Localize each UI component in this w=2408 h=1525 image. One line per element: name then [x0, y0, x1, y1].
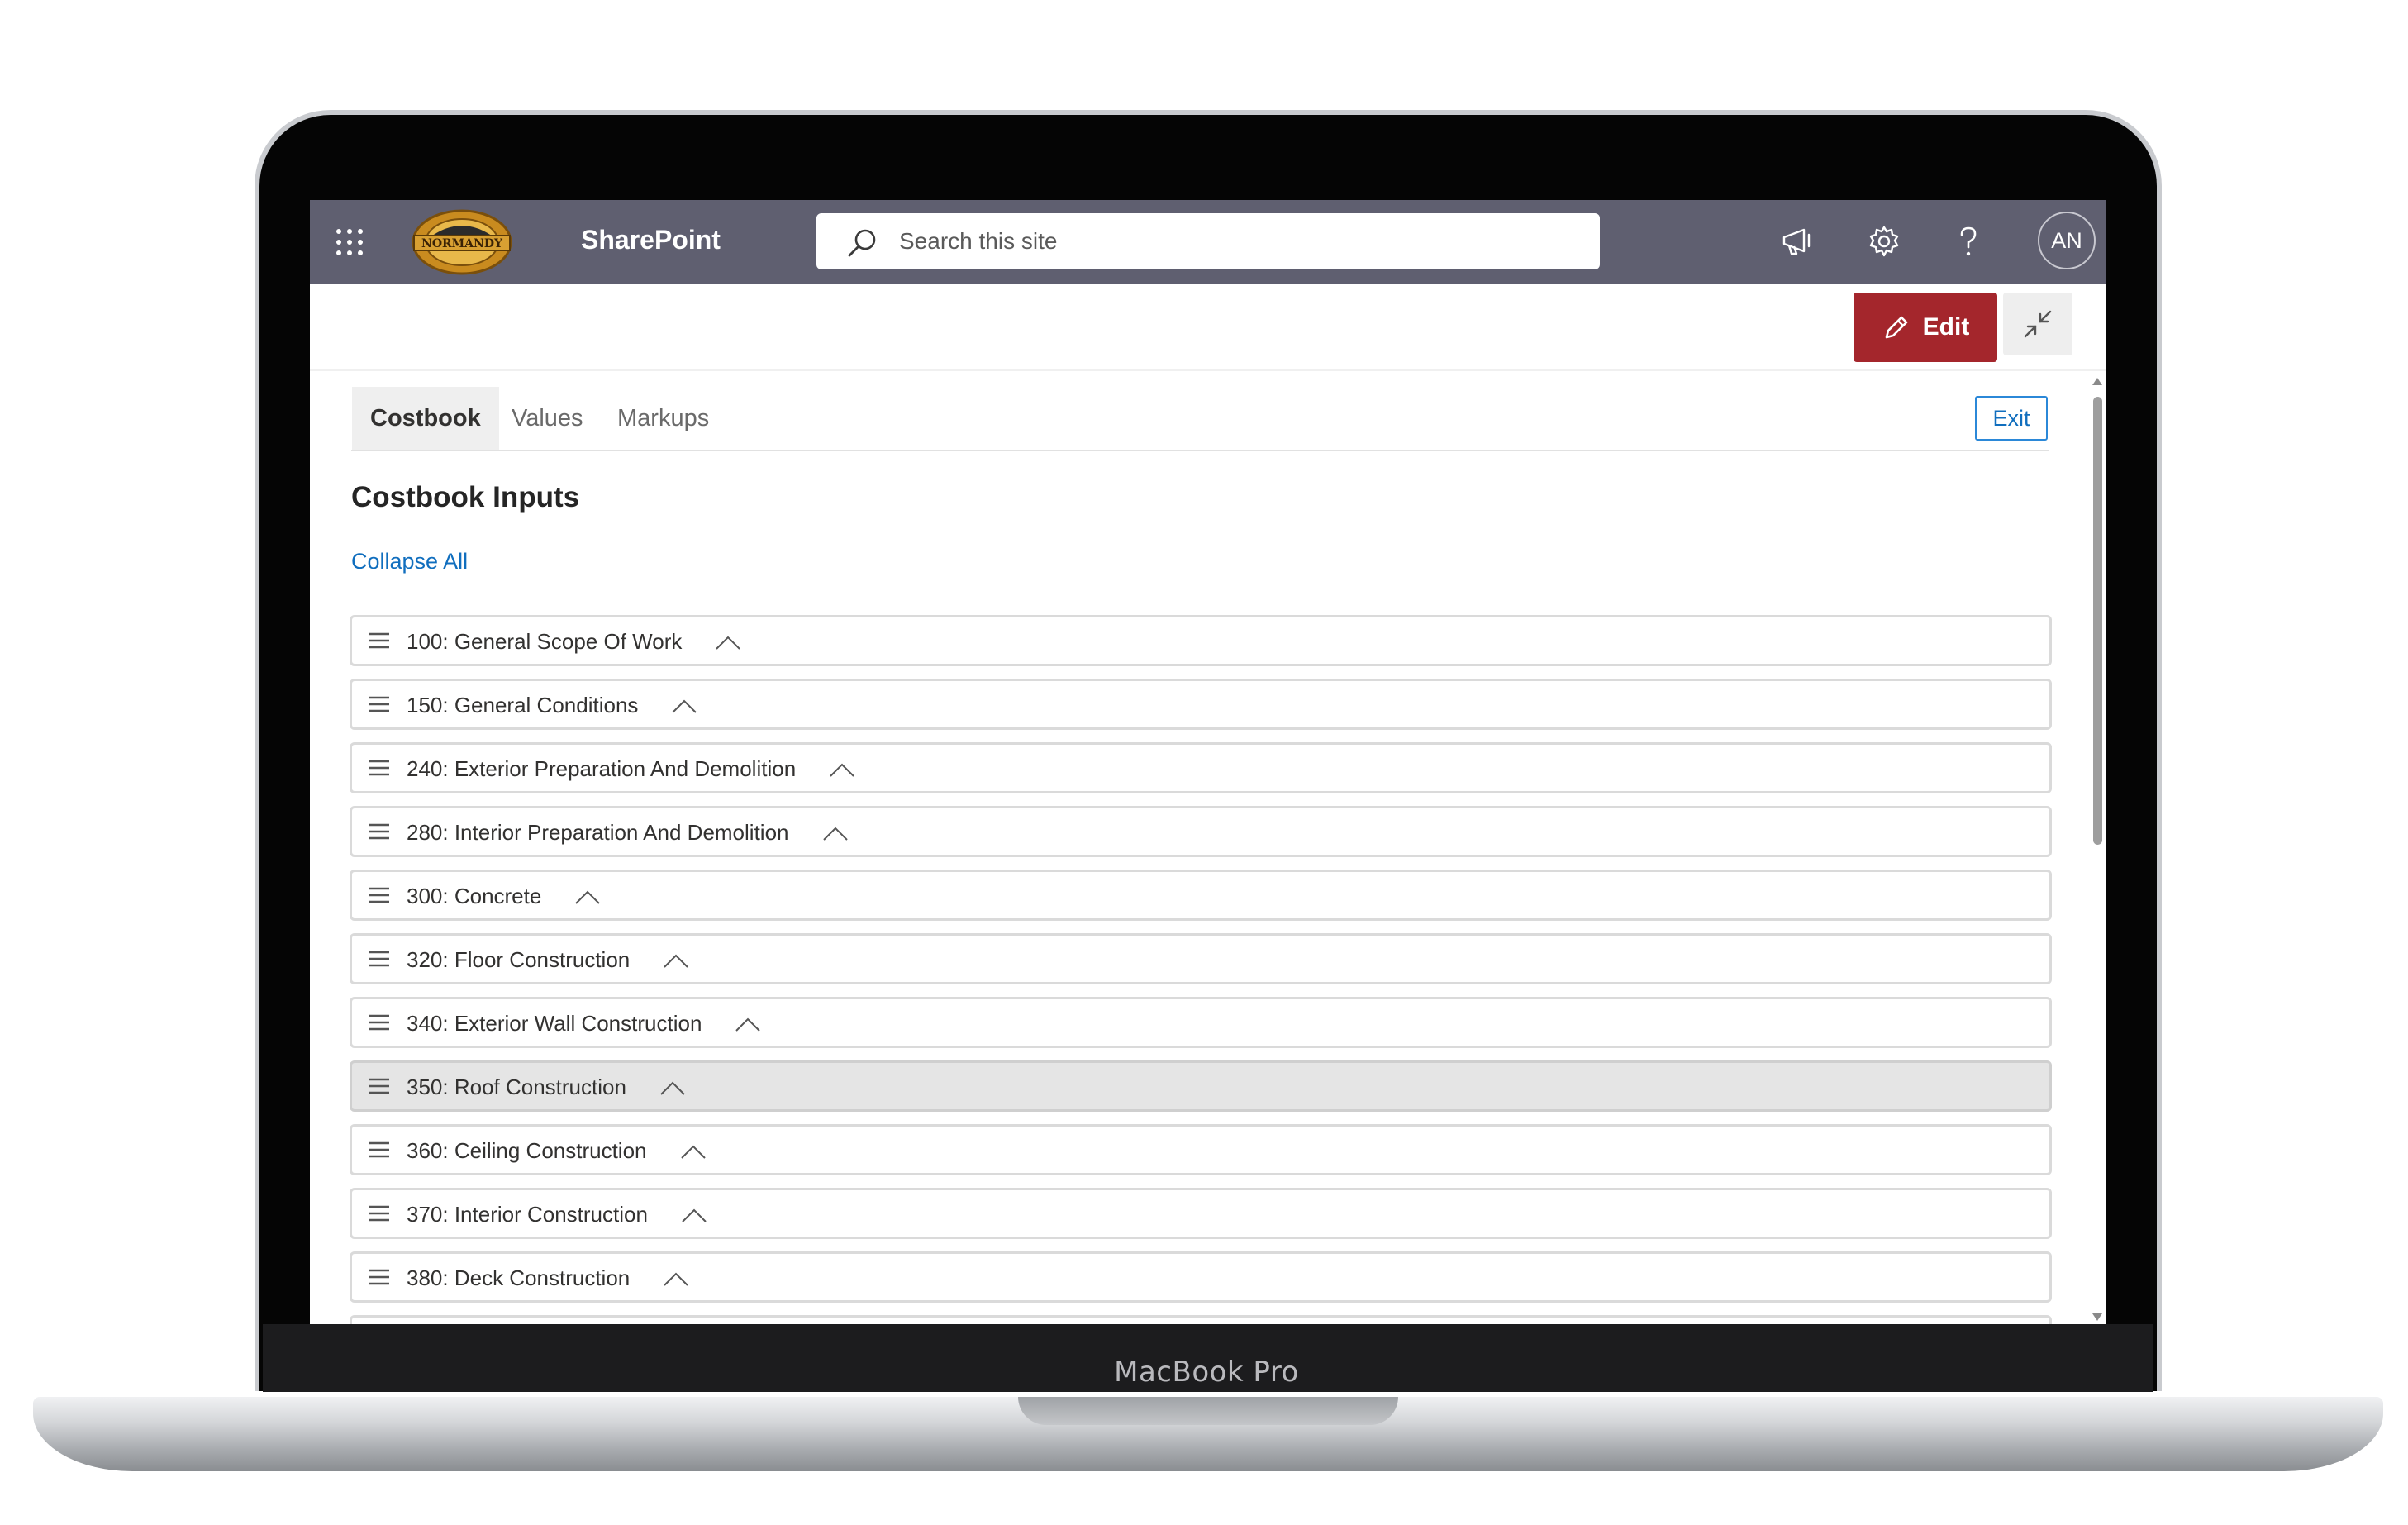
costbook-row-partial[interactable]: [350, 1315, 2052, 1324]
costbook-row-label: 280: Interior Preparation And Demolition: [407, 820, 789, 845]
svg-text:NORMANDY: NORMANDY: [421, 237, 503, 250]
app-name[interactable]: SharePoint: [581, 225, 721, 255]
tab-values[interactable]: Values: [512, 387, 583, 450]
command-bar-divider: [310, 369, 2106, 371]
drag-handle-icon[interactable]: [369, 694, 390, 714]
search-icon: [846, 227, 878, 259]
collapse-all-link[interactable]: Collapse All: [351, 549, 468, 574]
costbook-row-label: 370: Interior Construction: [407, 1202, 648, 1227]
costbook-row-label: 100: General Scope Of Work: [407, 629, 683, 654]
costbook-row-label: 300: Concrete: [407, 884, 542, 908]
costbook-row-label: 340: Exterior Wall Construction: [407, 1011, 702, 1036]
costbook-row-label: 380: Deck Construction: [407, 1265, 631, 1290]
section-title: Costbook Inputs: [351, 481, 580, 513]
megaphone-icon[interactable]: [1779, 223, 1816, 260]
pencil-icon: [1885, 316, 1907, 339]
drag-handle-icon[interactable]: [369, 885, 390, 905]
laptop-model-label: MacBook Pro: [1114, 1356, 1299, 1389]
chevron-up-icon[interactable]: [663, 952, 689, 969]
costbook-row-label: 240: Exterior Preparation And Demolition: [407, 756, 797, 781]
exit-button[interactable]: Exit: [1975, 396, 2048, 441]
costbook-row[interactable]: 150: General Conditions: [350, 679, 2052, 730]
costbook-row-label: 150: General Conditions: [407, 693, 639, 717]
scroll-up-arrow[interactable]: [2092, 378, 2102, 385]
costbook-row-selected[interactable]: 350: Roof Construction: [350, 1060, 2052, 1112]
search-input[interactable]: [899, 223, 1577, 260]
drag-handle-icon[interactable]: [369, 1203, 390, 1223]
costbook-row[interactable]: 240: Exterior Preparation And Demolition: [350, 742, 2052, 793]
scrollbar-thumb[interactable]: [2093, 397, 2102, 845]
suite-bar: NORMANDY SharePoint Search this site AN: [310, 200, 2106, 284]
drag-handle-icon[interactable]: [369, 631, 390, 651]
costbook-row-label: 350: Roof Construction: [407, 1075, 626, 1099]
user-avatar[interactable]: AN: [2038, 212, 2096, 269]
chevron-up-icon[interactable]: [574, 889, 601, 905]
costbook-row-label: 360: Ceiling Construction: [407, 1138, 647, 1163]
chevron-up-icon[interactable]: [829, 761, 855, 778]
scroll-down-arrow[interactable]: [2092, 1313, 2102, 1321]
chevron-up-icon[interactable]: [822, 825, 849, 841]
gear-icon[interactable]: [1866, 223, 1902, 260]
tab-costbook[interactable]: Costbook: [352, 387, 499, 450]
drag-handle-icon[interactable]: [369, 1267, 390, 1287]
site-logo[interactable]: NORMANDY: [411, 208, 513, 276]
chevron-up-icon[interactable]: [715, 634, 741, 651]
search-box[interactable]: [816, 213, 1600, 269]
drag-handle-icon[interactable]: [369, 1140, 390, 1160]
chevron-up-icon[interactable]: [735, 1016, 761, 1032]
costbook-row[interactable]: 360: Ceiling Construction: [350, 1124, 2052, 1175]
tabs-underline: [351, 450, 2049, 451]
edit-button[interactable]: Edit: [1854, 293, 1997, 362]
chevron-up-icon[interactable]: [680, 1143, 707, 1160]
costbook-row[interactable]: 300: Concrete: [350, 870, 2052, 921]
costbook-row-label: 320: Floor Construction: [407, 947, 631, 972]
chevron-up-icon[interactable]: [659, 1079, 686, 1096]
drag-handle-icon[interactable]: [369, 949, 390, 969]
collapse-button[interactable]: [2003, 293, 2072, 355]
tab-markups[interactable]: Markups: [617, 387, 709, 450]
edit-button-label: Edit: [1922, 313, 1970, 341]
app-launcher-icon[interactable]: [335, 227, 364, 257]
drag-handle-icon[interactable]: [369, 758, 390, 778]
drag-handle-icon[interactable]: [369, 1013, 390, 1032]
drag-handle-icon[interactable]: [369, 822, 390, 841]
costbook-row[interactable]: 340: Exterior Wall Construction: [350, 997, 2052, 1048]
chevron-up-icon[interactable]: [663, 1270, 689, 1287]
drag-handle-icon[interactable]: [369, 1076, 390, 1096]
costbook-row[interactable]: 100: General Scope Of Work: [350, 615, 2052, 666]
chevron-up-icon[interactable]: [671, 698, 697, 714]
laptop-notch: [1018, 1397, 1398, 1425]
screen: NORMANDY SharePoint Search this site AN …: [310, 200, 2106, 1324]
costbook-row[interactable]: 380: Deck Construction: [350, 1251, 2052, 1303]
collapse-arrows-icon: [2024, 310, 2052, 338]
costbook-row[interactable]: 280: Interior Preparation And Demolition: [350, 806, 2052, 857]
costbook-row[interactable]: 320: Floor Construction: [350, 933, 2052, 984]
costbook-row[interactable]: 370: Interior Construction: [350, 1188, 2052, 1239]
help-icon[interactable]: [1950, 223, 1987, 260]
chevron-up-icon[interactable]: [681, 1207, 707, 1223]
